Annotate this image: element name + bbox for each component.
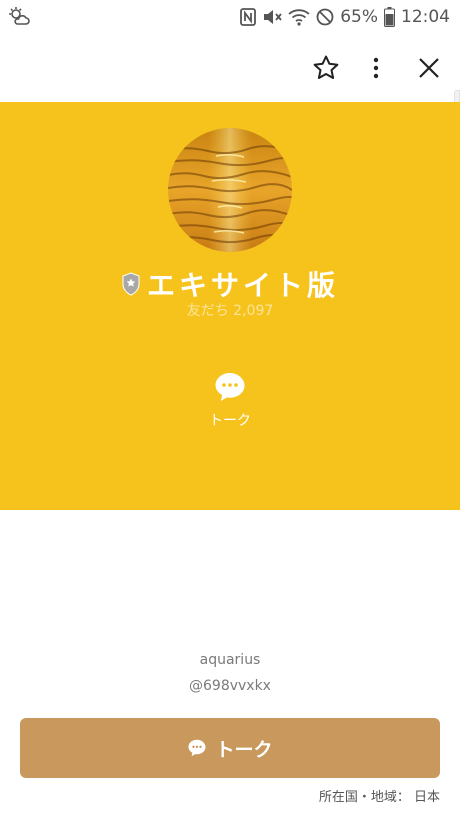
talk-action-label: トーク: [209, 413, 251, 429]
chat-bubble-icon: [188, 739, 207, 757]
dnd-icon: [316, 8, 334, 26]
weather-icon: [9, 7, 30, 25]
profile-line-id: @698vvxkx: [189, 678, 271, 694]
battery-percent: 65%: [340, 7, 378, 27]
profile-cover: エキサイト版 友だち 2,097 トーク: [0, 102, 460, 510]
chat-bubble-icon: [215, 373, 245, 401]
star-icon: [313, 55, 339, 79]
official-shield-icon: [122, 272, 140, 296]
status-time: 12:04: [401, 7, 450, 27]
mute-icon: [264, 10, 282, 24]
talk-button-label: トーク: [215, 738, 273, 761]
profile-name: エキサイト版: [146, 269, 339, 302]
talk-button[interactable]: トーク: [20, 718, 440, 778]
close-icon: [419, 58, 439, 78]
more-vert-icon: [373, 57, 379, 79]
battery-icon: [384, 7, 395, 27]
profile-status-text: aquarius: [199, 652, 261, 668]
top-bar: [0, 34, 460, 102]
profile-avatar[interactable]: [168, 128, 292, 252]
region-label: 所在国・地域： 日本: [318, 790, 440, 805]
close-button[interactable]: [409, 48, 449, 88]
status-bar: 65% 12:04: [0, 0, 460, 34]
friends-count: 友だち 2,097: [186, 303, 274, 319]
avatar-image: [168, 128, 292, 252]
wifi-icon: [288, 9, 310, 26]
favorite-button[interactable]: [306, 48, 346, 88]
nfc-icon: [240, 8, 257, 26]
talk-action-button[interactable]: トーク: [190, 370, 270, 440]
more-options-button[interactable]: [356, 48, 396, 88]
